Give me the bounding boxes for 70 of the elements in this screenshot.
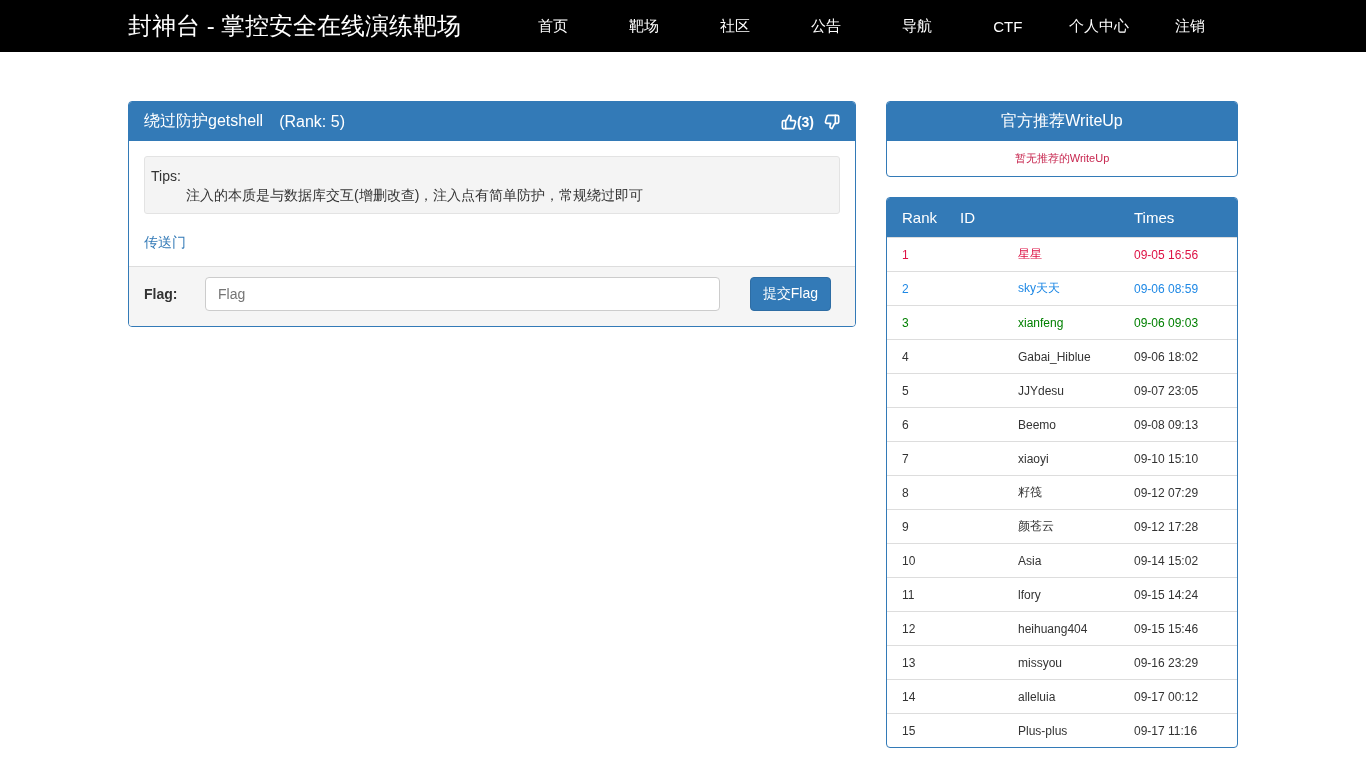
time-cell: 09-17 00:12	[1134, 689, 1199, 704]
nav-link[interactable]: 社区	[689, 16, 781, 36]
rank-cell: 11	[902, 587, 915, 602]
user-id-cell: Asia	[1018, 553, 1042, 568]
rank-cell: 13	[902, 655, 916, 670]
time-cell: 09-07 23:05	[1134, 383, 1199, 398]
challenge-title: 绕过防护getshell	[144, 111, 264, 131]
user-id-cell: Plus-plus	[1018, 723, 1068, 738]
column-header: ID	[960, 209, 975, 226]
nav-link[interactable]: 注销	[1144, 16, 1236, 36]
like-count: (3)	[796, 113, 814, 130]
rank-cell: 3	[902, 315, 909, 330]
time-cell: 09-08 09:13	[1134, 417, 1199, 432]
tips-label: Tips:	[151, 167, 182, 186]
tips-text: 注入的本质是与数据库交互(增删改查)，注入点有简单防护，常规绕过即可	[185, 186, 645, 205]
thumbs-up-icon[interactable]	[780, 113, 797, 130]
portal-link[interactable]: 传送门	[144, 234, 186, 252]
time-cell: 09-12 07:29	[1134, 485, 1199, 500]
time-cell: 09-06 09:03	[1134, 315, 1199, 330]
nav-link[interactable]: 个人中心	[1053, 16, 1145, 36]
column-header: Times	[1134, 209, 1175, 226]
rank-cell: 7	[902, 451, 909, 466]
flag-label: Flag:	[144, 286, 179, 302]
rank-cell: 5	[902, 383, 909, 398]
rank-cell: 6	[902, 417, 909, 432]
nav-link[interactable]: 靶场	[598, 16, 690, 36]
user-id-cell: xiaoyi	[1018, 451, 1049, 466]
user-id-cell: 颜苍云	[1018, 518, 1054, 535]
time-cell: 09-17 11:16	[1134, 723, 1198, 738]
user-id-cell: sky天天	[1018, 280, 1060, 297]
rank-cell: 14	[902, 689, 916, 704]
user-id-cell: 星星	[1018, 246, 1042, 263]
user-id-cell: 籽筏	[1018, 484, 1042, 501]
thumbs-down-icon[interactable]	[824, 113, 840, 130]
time-cell: 09-16 23:29	[1134, 655, 1199, 670]
submit-flag-button[interactable]: 提交Flag	[749, 277, 831, 311]
nav-link[interactable]: CTF	[962, 17, 1054, 35]
rank-cell: 8	[902, 485, 909, 500]
rank-cell: 10	[902, 553, 916, 568]
time-cell: 09-10 15:10	[1134, 451, 1199, 466]
writeup-title: 官方推荐WriteUp	[887, 102, 1237, 141]
time-cell: 09-05 16:56	[1134, 247, 1199, 262]
rank-cell: 15	[902, 723, 916, 738]
flag-input[interactable]: Flag	[205, 277, 720, 311]
user-id-cell: missyou	[1018, 655, 1062, 670]
user-id-cell: heihuang404	[1018, 621, 1088, 636]
column-header: Rank	[902, 209, 938, 226]
user-id-cell: Gabai_Hiblue	[1018, 349, 1091, 364]
rank-cell: 9	[902, 519, 909, 534]
user-id-cell: alleluia	[1018, 689, 1056, 704]
rank-cell: 12	[902, 621, 916, 636]
time-cell: 09-14 15:02	[1134, 553, 1199, 568]
time-cell: 09-06 08:59	[1134, 281, 1199, 296]
nav-link[interactable]: 导航	[871, 16, 963, 36]
time-cell: 09-06 18:02	[1134, 349, 1199, 364]
nav-link[interactable]: 公告	[780, 16, 872, 36]
user-id-cell: lfory	[1018, 587, 1041, 602]
rank-cell: 1	[902, 247, 909, 262]
time-cell: 09-15 14:24	[1134, 587, 1199, 602]
nav-link[interactable]: 首页	[507, 16, 599, 36]
time-cell: 09-12 17:28	[1134, 519, 1199, 534]
user-id-cell: Beemo	[1018, 417, 1057, 432]
user-id-cell: JJYdesu	[1018, 383, 1065, 398]
challenge-rank: (Rank: 5)	[279, 112, 345, 131]
site-brand[interactable]: 封神台 - 掌控安全在线演练靶场	[128, 10, 462, 42]
time-cell: 09-15 15:46	[1134, 621, 1199, 636]
no-writeup-text: 暂无推荐的WriteUp	[1013, 151, 1111, 166]
user-id-cell: xianfeng	[1018, 315, 1064, 330]
rank-cell: 4	[902, 349, 909, 364]
rank-cell: 2	[902, 281, 909, 296]
